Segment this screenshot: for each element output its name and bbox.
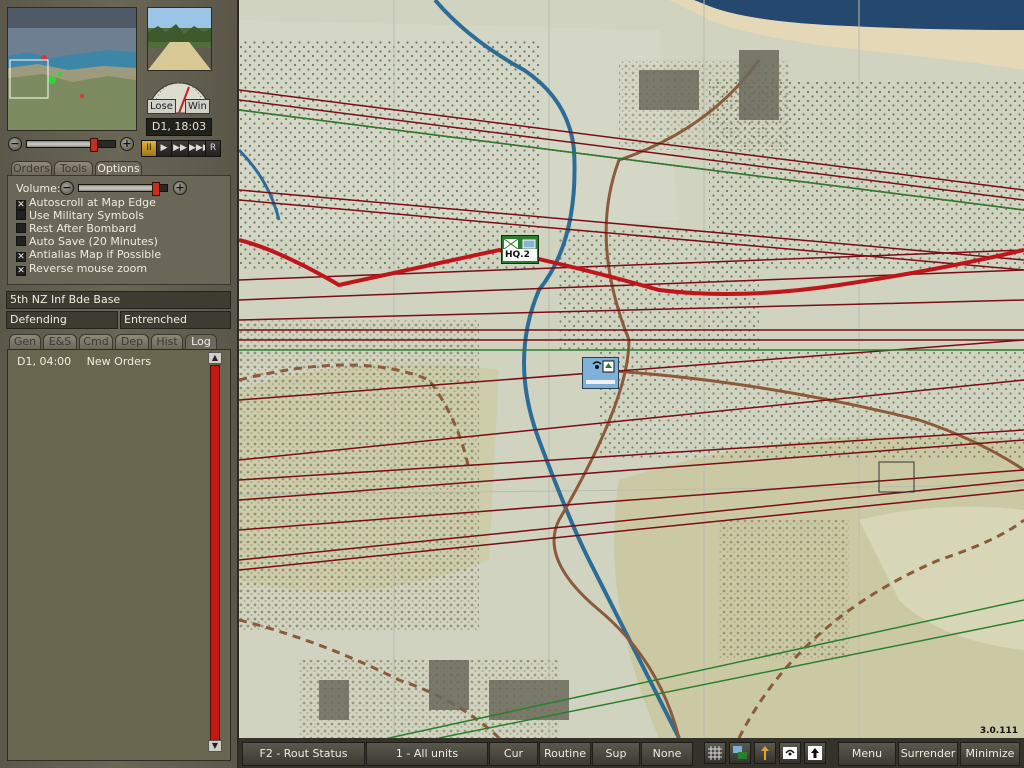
tab-dep[interactable]: Dep [115,334,149,349]
grid-icon[interactable] [704,742,726,764]
zoom-slider[interactable] [26,138,116,152]
log-entry-time: D1, 04:00 [17,355,72,368]
movement-arrows-icon[interactable] [754,742,776,764]
menu-button[interactable]: Menu [838,742,896,766]
unit-filter-button[interactable]: 1 - All units [366,742,488,766]
game-datetime: D1, 18:03 [146,118,212,136]
option-reverse-zoom[interactable]: ✕ Reverse mouse zoom [16,263,147,276]
unit-name: 5th NZ Inf Bde Base [6,291,231,309]
military-symbols-checkbox[interactable] [16,210,26,220]
minimap[interactable] [7,7,137,131]
terrain-photo [147,7,212,71]
options-panel: Volume: − + ✕ Autoscroll at Map Edge Use … [7,175,231,285]
log-entry-message: New Orders [86,355,152,368]
none-button[interactable]: None [641,742,693,766]
tab-orders[interactable]: Orders [11,161,52,176]
volume-label: Volume: [16,182,61,195]
minimize-button[interactable]: Minimize [960,742,1020,766]
log-entry[interactable]: D1, 04:00 New Orders [17,355,151,368]
unit-stack-icon[interactable] [729,742,751,764]
tab-hist[interactable]: Hist [151,334,183,349]
tab-log[interactable]: Log [185,334,217,349]
volume-up-icon[interactable]: + [173,181,187,195]
map-canvas[interactable] [239,0,1024,738]
replay-button[interactable]: R [205,140,221,157]
volume-down-icon[interactable]: − [60,181,74,195]
rout-status-button[interactable]: F2 - Rout Status [242,742,365,766]
objective-arrow-icon[interactable] [804,742,826,764]
radio-icon [586,360,615,384]
win-label: Win [185,99,210,114]
scroll-down-icon[interactable]: ▼ [208,740,222,752]
volume-slider[interactable] [78,182,168,196]
allied-unit-counter[interactable] [582,357,619,389]
reverse-zoom-checkbox[interactable]: ✕ [16,266,26,276]
volume-slider-fill [79,185,158,191]
tab-options[interactable]: Options [95,161,142,176]
cur-button[interactable]: Cur [489,742,538,766]
option-auto-save[interactable]: Auto Save (20 Minutes) [16,236,158,248]
zoom-out-icon[interactable]: − [8,137,22,151]
tab-gen[interactable]: Gen [9,334,41,349]
play-button[interactable]: ▶ [156,140,172,157]
tab-tools[interactable]: Tools [54,161,93,176]
pause-button[interactable]: II [141,140,157,157]
option-antialias[interactable]: ✕ Antialias Map if Possible [16,249,161,262]
rest-after-bombard-checkbox[interactable] [16,223,26,233]
scroll-track[interactable] [210,365,220,741]
antialias-checkbox[interactable]: ✕ [16,252,26,262]
zoom-slider-knob[interactable] [90,138,98,152]
autoscroll-checkbox[interactable]: ✕ [16,200,26,210]
sup-button[interactable]: Sup [592,742,640,766]
fastest-button[interactable]: ▶▶▶ [188,140,210,157]
tab-cmd[interactable]: Cmd [79,334,113,349]
hq-unit-label: HQ.2 [503,249,537,261]
option-rest-after-bombard[interactable]: Rest After Bombard [16,223,136,235]
hq-unit-counter[interactable]: HQ.2 [501,235,539,264]
zoom-in-icon[interactable]: + [120,137,134,151]
auto-save-checkbox[interactable] [16,236,26,246]
volume-slider-knob[interactable] [152,182,160,196]
log-panel: D1, 04:00 New Orders [7,349,231,761]
lose-label: Lose [147,99,176,114]
option-military-symbols[interactable]: Use Military Symbols [16,210,144,222]
radio-comms-icon[interactable] [779,742,801,764]
tactical-map[interactable]: HQ.2 3.0.111 [239,0,1024,738]
scroll-up-icon[interactable]: ▲ [208,352,222,364]
log-scrollbar[interactable]: ▲ ▼ [208,352,222,752]
tab-es[interactable]: E&S [43,334,77,349]
sidebar: Lose Win D1, 18:03 − + II ▶ ▶▶ ▶▶▶ R Ord… [0,0,239,768]
unit-posture: Entrenched [120,311,231,329]
zoom-slider-fill [27,141,96,147]
surrender-button[interactable]: Surrender [898,742,958,766]
fast-forward-button[interactable]: ▶▶ [171,140,189,157]
unit-status: Defending [6,311,118,329]
routine-button[interactable]: Routine [539,742,591,766]
version-label: 3.0.111 [979,726,1018,736]
